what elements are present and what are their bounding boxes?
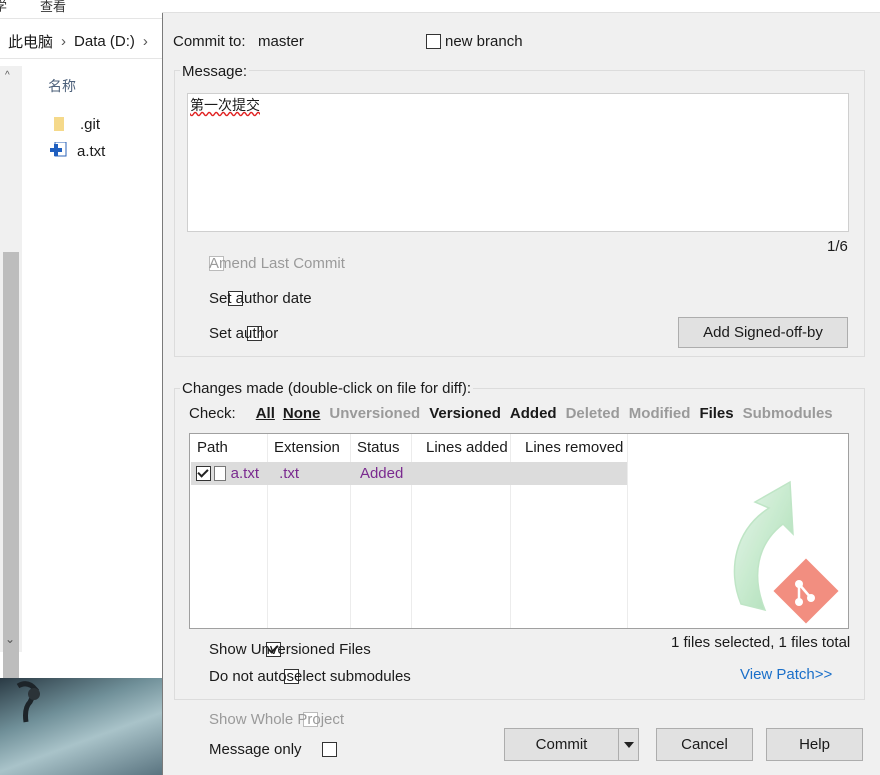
- filter-files[interactable]: Files: [699, 405, 733, 422]
- column-lines-removed[interactable]: Lines removed: [511, 434, 628, 462]
- row-status: Added: [359, 465, 404, 482]
- message-text: 第一次提交: [190, 97, 260, 113]
- files-summary: 1 files selected, 1 files total: [671, 634, 851, 651]
- check-filter-bar: Check: All None Unversioned Versioned Ad…: [189, 405, 833, 422]
- scroll-down-icon[interactable]: ⌄: [5, 632, 15, 646]
- filter-deleted[interactable]: Deleted: [566, 405, 620, 422]
- column-lines-added[interactable]: Lines added: [412, 434, 511, 462]
- message-only-label: Message only: [209, 741, 302, 758]
- new-branch-checkbox[interactable]: [426, 34, 441, 49]
- commit-to-label: Commit to:: [173, 33, 246, 50]
- ribbon-tab-view[interactable]: 查看: [40, 0, 66, 15]
- new-branch-label: new branch: [445, 33, 523, 50]
- no-autoselect-label: Do not autoselect submodules: [209, 668, 411, 685]
- filter-added[interactable]: Added: [510, 405, 557, 422]
- check-label: Check:: [189, 405, 236, 422]
- cancel-button[interactable]: Cancel: [656, 728, 753, 761]
- dialog-titlebar: [162, 0, 880, 13]
- scrollbar-thumb[interactable]: [3, 252, 19, 694]
- help-button[interactable]: Help: [766, 728, 863, 761]
- column-header-name[interactable]: 名称: [48, 76, 76, 96]
- text-file-added-icon: [50, 141, 68, 160]
- filter-modified[interactable]: Modified: [629, 405, 691, 422]
- file-name: .git: [80, 115, 101, 133]
- column-status[interactable]: Status: [351, 434, 412, 462]
- caret-down-icon: [623, 741, 634, 748]
- breadcrumb-drive[interactable]: Data (D:): [74, 33, 135, 50]
- file-name: a.txt: [77, 142, 106, 160]
- filter-submodules[interactable]: Submodules: [743, 405, 833, 422]
- filter-none[interactable]: None: [283, 405, 321, 422]
- row-checkbox[interactable]: [196, 466, 211, 481]
- row-path: a.txt: [230, 465, 260, 482]
- file-item-a-txt[interactable]: a.txt: [48, 140, 105, 162]
- column-path[interactable]: Path: [190, 434, 268, 462]
- amend-label: Amend Last Commit: [209, 255, 345, 272]
- table-row[interactable]: a.txt .txt Added: [191, 462, 627, 485]
- message-textarea[interactable]: 第一次提交: [187, 93, 849, 232]
- explorer-scrollbar[interactable]: ^ ⌄: [0, 66, 22, 694]
- scroll-up-icon[interactable]: ^: [5, 70, 10, 81]
- folder-icon: [54, 117, 64, 131]
- filter-unversioned[interactable]: Unversioned: [329, 405, 420, 422]
- show-whole-project-label: Show Whole Project: [209, 711, 345, 728]
- message-counter: 1/6: [827, 238, 848, 255]
- set-author-label: Set author: [209, 325, 279, 342]
- explorer-window: 学 查看 此电脑 › Data (D:) › ^ ⌄ 名称 .git a.txt: [0, 0, 162, 775]
- changes-label: Changes made (double-click on file for d…: [180, 380, 474, 397]
- filter-all[interactable]: All: [256, 405, 275, 422]
- commit-dropdown-button[interactable]: [618, 728, 639, 761]
- ribbon-tab-partial[interactable]: 学: [0, 0, 7, 15]
- desktop-wallpaper: [0, 678, 162, 775]
- chevron-right-icon: ›: [61, 32, 67, 50]
- file-list[interactable]: Path Extension Status Lines added Lines …: [189, 433, 849, 629]
- commit-logo-icon: [733, 480, 839, 624]
- show-unversioned-label: Show Unversioned Files: [209, 641, 371, 658]
- column-extension[interactable]: Extension: [268, 434, 351, 462]
- view-patch-link[interactable]: View Patch>>: [740, 666, 832, 683]
- set-author-date-label: Set author date: [209, 290, 312, 307]
- message-only-checkbox[interactable]: [322, 742, 338, 757]
- filter-versioned[interactable]: Versioned: [429, 405, 501, 422]
- breadcrumb-this-pc[interactable]: 此电脑: [8, 31, 53, 52]
- explorer-ribbon: 学 查看: [0, 0, 162, 19]
- message-label: Message:: [180, 63, 250, 80]
- commit-button[interactable]: Commit: [504, 728, 619, 761]
- branch-name: master: [258, 33, 304, 50]
- breadcrumb: 此电脑 › Data (D:) ›: [0, 24, 162, 59]
- chevron-right-icon: ›: [142, 32, 148, 50]
- file-list-header: Path Extension Status Lines added Lines …: [190, 434, 628, 462]
- add-signed-off-by-button[interactable]: Add Signed-off-by: [678, 317, 848, 348]
- row-extension: .txt: [279, 465, 300, 482]
- file-item-git[interactable]: .git: [48, 113, 100, 135]
- file-icon: [213, 466, 226, 481]
